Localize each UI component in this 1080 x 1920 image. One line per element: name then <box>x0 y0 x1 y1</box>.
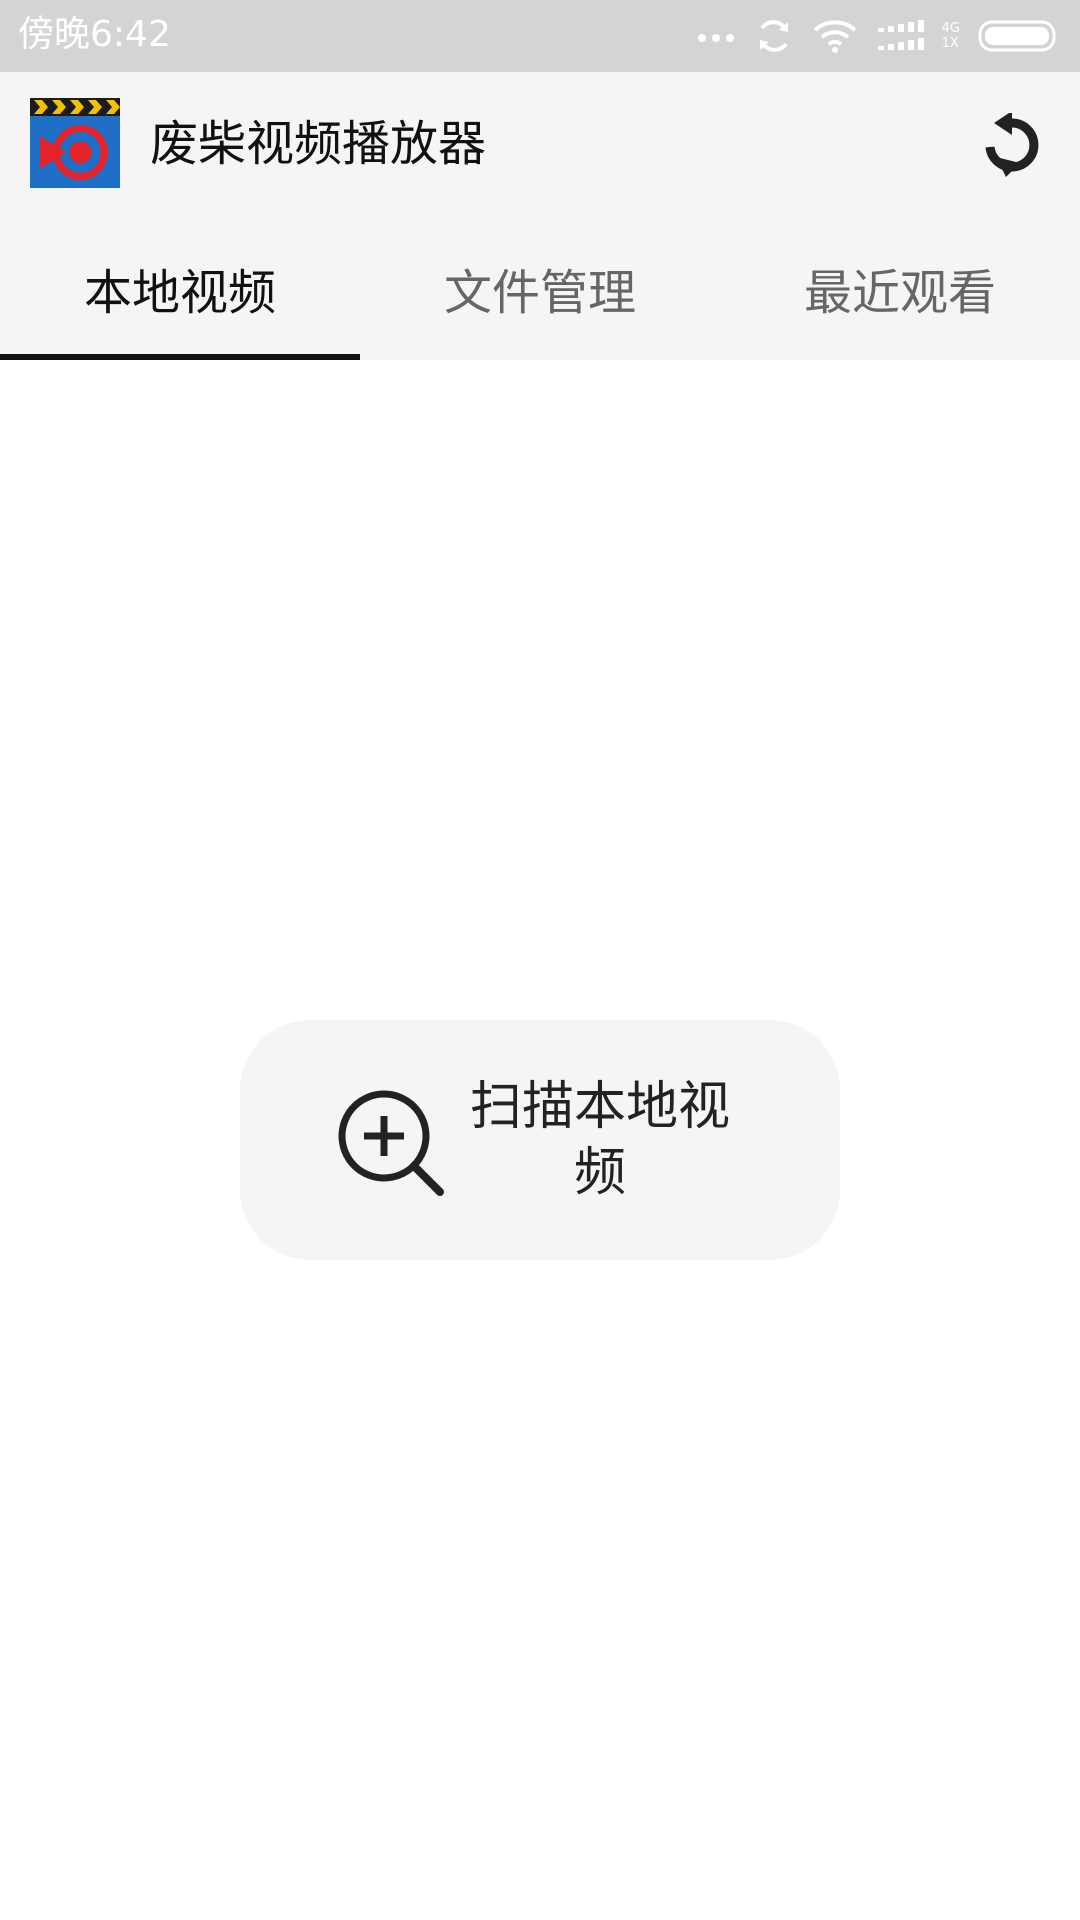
wifi-icon <box>813 20 856 53</box>
tab-label: 文件管理 <box>443 265 636 321</box>
refresh-button[interactable] <box>974 108 1050 184</box>
signal-icon <box>877 20 924 50</box>
tab-file-management[interactable]: 文件管理 <box>360 216 720 360</box>
main-content: 扫描本地视频 <box>0 360 1080 1920</box>
network-type-top: 4G <box>941 21 960 36</box>
tab-recently-watched[interactable]: 最近观看 <box>720 216 1080 360</box>
clapperboard-video-logo-icon <box>30 98 120 188</box>
scan-local-videos-button[interactable]: 扫描本地视频 <box>240 1020 840 1260</box>
status-time: 傍晚6:42 <box>18 14 171 55</box>
app-title: 废柴视频播放器 <box>150 116 487 172</box>
tab-label: 最近观看 <box>803 265 996 321</box>
battery-icon <box>978 20 1056 52</box>
more-dots-icon <box>697 34 734 42</box>
refresh-icon <box>985 113 1039 177</box>
scan-button-label: 扫描本地视频 <box>469 1077 730 1203</box>
tab-bar: 本地视频 文件管理 最近观看 <box>0 216 1080 360</box>
network-type: 4G 1X <box>942 21 960 51</box>
network-type-bottom: 1X <box>941 36 959 51</box>
status-icons: 4G 1X <box>696 14 1060 58</box>
app-bar: 废柴视频播放器 <box>0 72 1080 216</box>
status-bar: 傍晚6:42 4G 1X <box>0 0 1080 72</box>
tab-local-videos[interactable]: 本地视频 <box>0 216 360 360</box>
tab-label: 本地视频 <box>83 265 276 321</box>
zoom-in-search-icon <box>338 1090 444 1196</box>
sync-icon <box>759 20 788 52</box>
